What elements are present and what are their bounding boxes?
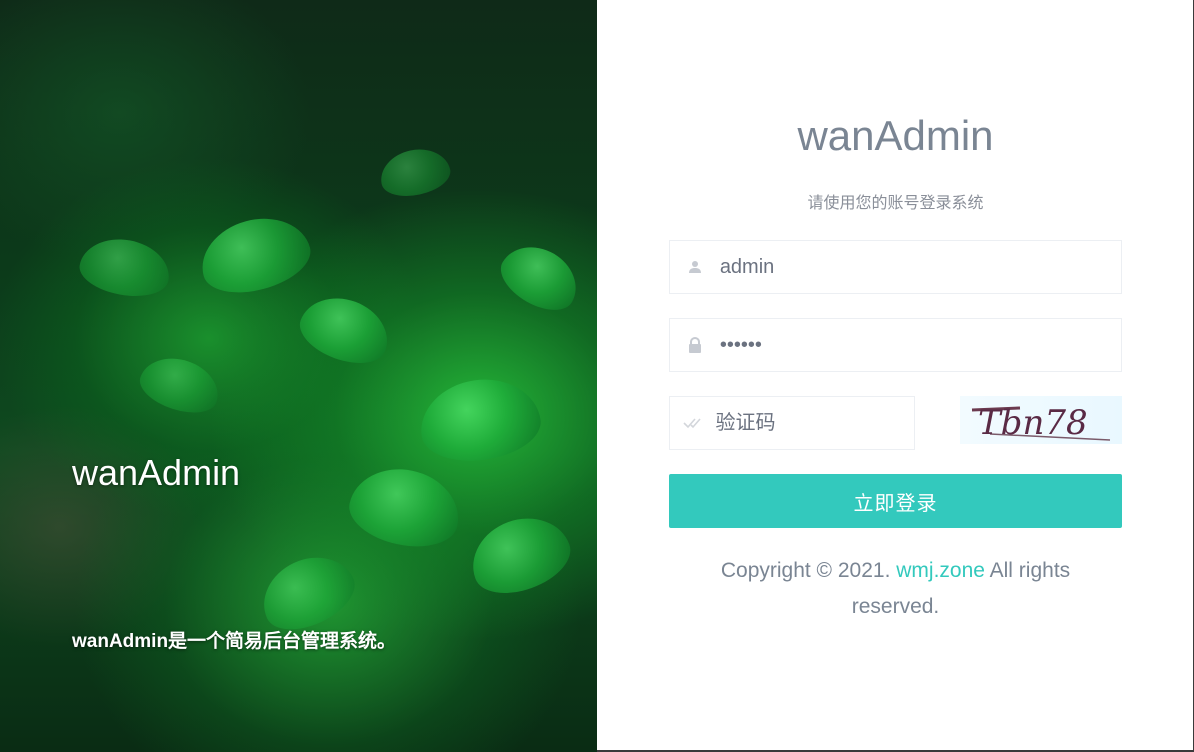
captcha-image[interactable]: Tbn78 xyxy=(960,396,1122,444)
login-page: wanAdmin wanAdmin是一个简易后台管理系统。 wanAdmin 请… xyxy=(0,0,1194,752)
password-input[interactable] xyxy=(719,319,1121,371)
captcha-text: Tbn78 xyxy=(978,403,1088,443)
hero-panel: wanAdmin wanAdmin是一个简易后台管理系统。 xyxy=(0,0,597,752)
clover-leaf-decoration xyxy=(134,348,226,422)
login-subtitle: 请使用您的账号登录系统 xyxy=(807,195,984,212)
copyright-text: Copyright © 2021. wmj.zone All rights re… xyxy=(689,553,1102,625)
password-field xyxy=(669,318,1122,372)
login-title: wanAdmin xyxy=(797,112,994,159)
clover-leaf-decoration xyxy=(192,206,318,304)
username-input[interactable] xyxy=(719,241,1121,293)
clover-leaf-decoration xyxy=(415,372,545,468)
double-check-icon xyxy=(670,417,716,429)
copyright-prefix: Copyright © 2021. xyxy=(720,559,897,582)
captcha-input[interactable] xyxy=(715,397,914,449)
clover-leaf-decoration xyxy=(491,233,589,322)
login-button[interactable]: 立即登录 xyxy=(669,474,1122,528)
captcha-field xyxy=(669,396,915,450)
site-link[interactable]: wmj.zone xyxy=(896,559,985,582)
hero-description: wanAdmin是一个简易后台管理系统。 xyxy=(72,631,397,652)
username-field xyxy=(669,240,1122,294)
clover-leaf-decoration xyxy=(376,143,454,202)
user-icon xyxy=(670,260,720,274)
lock-icon xyxy=(670,337,720,353)
hero-title: wanAdmin xyxy=(72,452,241,493)
clover-leaf-decoration xyxy=(75,232,175,303)
clover-leaf-decoration xyxy=(292,286,398,374)
clover-leaf-decoration xyxy=(343,459,467,556)
clover-leaf-decoration xyxy=(461,505,579,605)
login-panel: wanAdmin 请使用您的账号登录系统 admin •••••• 验证码 Tb… xyxy=(597,0,1194,752)
